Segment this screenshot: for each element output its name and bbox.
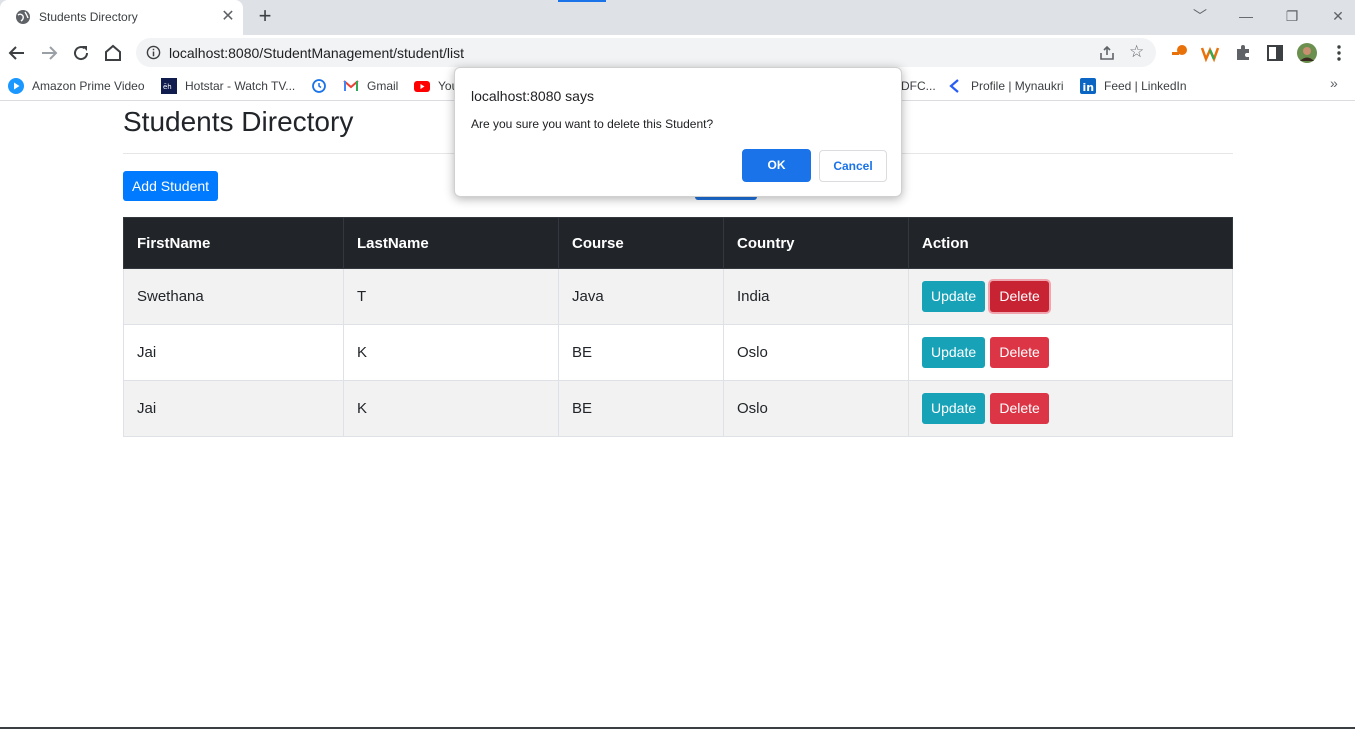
extension-w-icon[interactable] — [1200, 43, 1220, 63]
cell-course: BE — [558, 380, 724, 437]
header-firstname: FirstName — [123, 217, 344, 269]
table-row: Swethana T Java India Update Delete — [123, 268, 1233, 325]
confirm-dialog: localhost:8080 says Are you sure you wan… — [454, 67, 902, 197]
update-button[interactable]: Update — [922, 281, 986, 312]
extension-key-icon[interactable] — [1169, 43, 1189, 63]
bookmark-star-icon[interactable]: ☆ — [1129, 42, 1144, 62]
ok-button[interactable]: OK — [742, 149, 811, 182]
cell-course: BE — [558, 324, 724, 381]
cell-lastname: K — [343, 380, 559, 437]
youtube-icon — [414, 81, 430, 92]
tab-loading-indicator — [558, 0, 606, 2]
prime-video-icon — [8, 78, 24, 94]
cell-action: Update Delete — [908, 324, 1233, 381]
bookmark-label: Amazon Prime Video — [32, 79, 145, 93]
menu-kebab-icon[interactable] — [1329, 43, 1349, 63]
cell-firstname: Jai — [123, 324, 344, 381]
history-icon — [312, 79, 326, 93]
dialog-message: Are you sure you want to delete this Stu… — [471, 117, 714, 131]
cell-lastname: T — [343, 268, 559, 325]
back-arrow-icon[interactable] — [5, 41, 29, 65]
minimize-button[interactable]: — — [1234, 5, 1258, 27]
bookmark-linkedin[interactable]: in Feed | LinkedIn — [1080, 75, 1187, 97]
tab-strip: Students Directory ✕ + ﹀ — ❐ ✕ — [0, 0, 1355, 35]
cell-country: Oslo — [723, 380, 909, 437]
table-header-row: FirstName LastName Course Country Action — [123, 217, 1233, 269]
page-title: Students Directory — [123, 106, 354, 137]
bookmark-label: Gmail — [367, 79, 399, 93]
table-row: Jai K BE Oslo Update Delete — [123, 380, 1233, 437]
update-button[interactable]: Update — [922, 337, 986, 368]
update-button[interactable]: Update — [922, 393, 986, 424]
cell-firstname: Jai — [123, 380, 344, 437]
delete-button[interactable]: Delete — [990, 281, 1049, 312]
bookmark-hotstar[interactable]: ēh Hotstar - Watch TV... — [161, 75, 295, 97]
share-icon[interactable] — [1098, 44, 1116, 62]
add-student-button[interactable]: Add Student — [123, 171, 218, 201]
bookmark-label: Profile | Mynaukri — [971, 79, 1064, 93]
reload-icon[interactable] — [69, 41, 93, 65]
new-tab-button[interactable]: + — [253, 5, 277, 29]
header-action: Action — [908, 217, 1233, 269]
close-tab-icon[interactable]: ✕ — [218, 7, 238, 27]
header-lastname: LastName — [343, 217, 559, 269]
home-icon[interactable] — [101, 41, 125, 65]
bookmark-gmail[interactable]: Gmail — [343, 75, 398, 97]
bookmark-history[interactable] — [311, 75, 335, 97]
tab-title: Students Directory — [39, 10, 138, 24]
globe-icon — [16, 10, 30, 24]
browser-toolbar: localhost:8080/StudentManagement/student… — [0, 35, 1355, 70]
tab-search-icon[interactable]: ﹀ — [1188, 5, 1212, 27]
restore-button[interactable]: ❐ — [1280, 5, 1304, 27]
cell-course: Java — [558, 268, 724, 325]
cell-action: Update Delete — [908, 380, 1233, 437]
profile-avatar[interactable] — [1297, 43, 1317, 63]
header-course: Course — [558, 217, 724, 269]
bookmark-label: Feed | LinkedIn — [1104, 79, 1187, 93]
svg-text:ēh: ēh — [163, 83, 172, 91]
students-table: FirstName LastName Course Country Action… — [123, 217, 1233, 437]
cell-country: India — [723, 268, 909, 325]
header-country: Country — [723, 217, 909, 269]
bookmark-youtube[interactable]: You — [414, 75, 458, 97]
cell-firstname: Swethana — [123, 268, 344, 325]
browser-tab[interactable]: Students Directory ✕ — [0, 0, 243, 35]
naukri-icon — [949, 79, 959, 93]
svg-text:in: in — [1083, 81, 1095, 94]
url-text[interactable]: localhost:8080/StudentManagement/student… — [169, 45, 464, 61]
bookmark-label: Hotstar - Watch TV... — [185, 79, 296, 93]
dialog-title: localhost:8080 says — [471, 88, 594, 104]
cell-action: Update Delete — [908, 268, 1233, 325]
cell-lastname: K — [343, 324, 559, 381]
linkedin-icon: in — [1080, 78, 1096, 94]
bookmark-label: DFC... — [901, 79, 936, 93]
info-icon[interactable] — [146, 45, 161, 60]
gmail-icon — [343, 80, 359, 91]
delete-button[interactable]: Delete — [990, 337, 1049, 368]
cell-country: Oslo — [723, 324, 909, 381]
table-row: Jai K BE Oslo Update Delete — [123, 324, 1233, 381]
bookmark-hdfc[interactable]: DFC... — [901, 75, 936, 97]
address-bar[interactable]: localhost:8080/StudentManagement/student… — [136, 38, 1156, 67]
cancel-button[interactable]: Cancel — [819, 150, 887, 182]
more-bookmarks-icon[interactable]: » — [1330, 75, 1338, 91]
hotstar-icon: ēh — [161, 78, 177, 94]
bookmark-prime-video[interactable]: Amazon Prime Video — [8, 75, 145, 97]
forward-arrow-icon[interactable] — [37, 41, 61, 65]
delete-button[interactable]: Delete — [990, 393, 1049, 424]
side-panel-icon[interactable] — [1265, 43, 1285, 63]
bookmark-naukri[interactable]: Profile | Mynaukri — [947, 75, 1063, 97]
extensions-puzzle-icon[interactable] — [1233, 43, 1253, 63]
close-window-button[interactable]: ✕ — [1326, 5, 1350, 27]
